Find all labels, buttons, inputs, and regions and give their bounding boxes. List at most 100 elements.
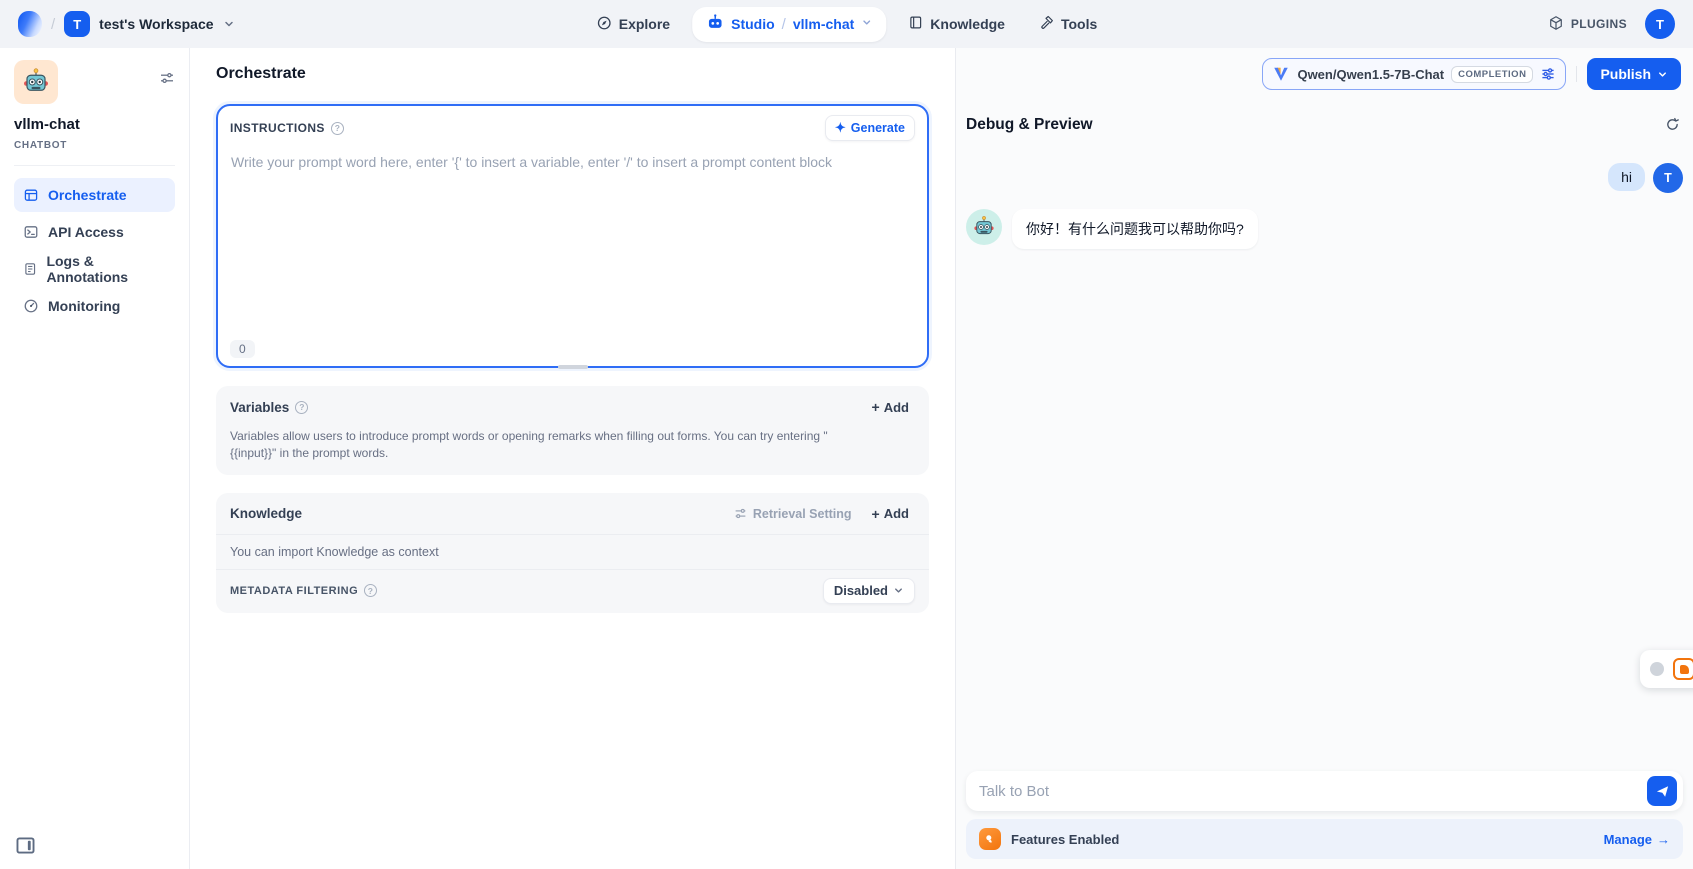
chevron-down-icon (893, 585, 904, 596)
help-icon[interactable]: ? (295, 401, 308, 414)
debug-title: Debug & Preview (966, 116, 1093, 134)
plugins-button[interactable]: PLUGINS (1548, 15, 1627, 34)
send-icon (1655, 784, 1670, 799)
robot-emoji-icon (21, 67, 51, 97)
sidebar-item-orchestrate[interactable]: Orchestrate (14, 178, 175, 212)
slash-divider: / (51, 16, 55, 33)
add-knowledge-button[interactable]: + Add (866, 503, 915, 525)
vllm-logo-icon (1272, 65, 1290, 83)
sparkle-icon: ✦ (835, 120, 846, 136)
retrieval-settings-icon (734, 507, 747, 520)
nav-current-app[interactable]: vllm-chat (793, 16, 854, 32)
nav-label-explore: Explore (619, 16, 670, 32)
nav-label-tools: Tools (1061, 16, 1097, 32)
widget-dot-icon (1650, 662, 1664, 676)
prompt-input[interactable] (218, 145, 927, 332)
help-icon[interactable]: ? (331, 122, 344, 135)
model-mode-badge: COMPLETION (1451, 66, 1533, 83)
sidebar-item-label: Orchestrate (48, 187, 127, 203)
debug-header: Debug & Preview (956, 100, 1693, 141)
page-title: Orchestrate (216, 65, 306, 83)
instructions-title: INSTRUCTIONS (230, 121, 325, 135)
workspace-name[interactable]: test's Workspace (99, 16, 213, 32)
chevron-down-icon[interactable] (223, 18, 235, 30)
nav-item-studio[interactable]: Studio / vllm-chat (692, 7, 886, 42)
app-icon[interactable] (14, 60, 58, 104)
instructions-header: INSTRUCTIONS ? ✦ Generate (218, 106, 927, 145)
terminal-icon (23, 224, 39, 240)
collapse-sidebar-button[interactable] (16, 837, 35, 857)
send-button[interactable] (1647, 776, 1677, 806)
hammer-icon (1039, 15, 1054, 33)
variables-card: Variables ? + Add Variables allow users … (216, 386, 929, 475)
nav-item-knowledge[interactable]: Knowledge (896, 8, 1017, 40)
publish-button[interactable]: Publish (1587, 58, 1681, 90)
add-variable-button[interactable]: + Add (866, 396, 915, 418)
collapse-panel-icon (16, 837, 35, 854)
divider (1576, 66, 1577, 82)
metadata-filtering-label: METADATA FILTERING (230, 585, 358, 597)
top-header: / T test's Workspace Explore Studio / vl… (0, 0, 1693, 48)
sidebar-item-label: Logs & Annotations (46, 253, 166, 285)
user-chat-avatar: T (1653, 163, 1683, 193)
knowledge-title: Knowledge (230, 506, 302, 521)
app-head (14, 60, 175, 104)
sidebar-item-monitoring[interactable]: Monitoring (14, 289, 175, 323)
plus-icon: + (872, 399, 880, 415)
features-icon (979, 828, 1001, 850)
retrieval-setting-label: Retrieval Setting (753, 507, 852, 521)
workspace-avatar[interactable]: T (64, 11, 90, 37)
generate-button[interactable]: ✦ Generate (825, 115, 915, 141)
slash-divider: / (782, 16, 786, 33)
debug-preview-panel: Qwen/Qwen1.5-7B-Chat COMPLETION Publish … (955, 48, 1693, 869)
gauge-icon (23, 298, 39, 314)
chat-input[interactable] (966, 771, 1683, 811)
instructions-footer: 0 (218, 332, 927, 366)
add-label: Add (884, 400, 909, 415)
book-icon (908, 15, 923, 33)
chat-footer: Features Enabled Manage → (956, 771, 1693, 869)
app-settings-sliders-icon[interactable] (159, 70, 175, 91)
model-selector[interactable]: Qwen/Qwen1.5-7B-Chat COMPLETION (1262, 58, 1566, 90)
app-name: vllm-chat (14, 116, 175, 133)
add-label: Add (884, 506, 909, 521)
help-icon[interactable]: ? (364, 584, 377, 597)
chat-input-row (966, 771, 1683, 811)
char-count: 0 (230, 340, 255, 358)
workspace-shell: vllm-chat CHATBOT Orchestrate API Access… (0, 48, 1693, 869)
floating-widget[interactable] (1640, 650, 1693, 688)
sidebar-item-api-access[interactable]: API Access (14, 215, 175, 249)
manage-features-link[interactable]: Manage → (1604, 832, 1670, 847)
orchestrate-icon (23, 187, 39, 203)
model-tune-icon[interactable] (1540, 66, 1556, 82)
knowledge-description: You can import Knowledge as context (216, 535, 929, 570)
features-bar: Features Enabled Manage → (966, 819, 1683, 859)
metadata-filtering-dropdown[interactable]: Disabled (823, 578, 915, 604)
arrow-right-icon: → (1657, 832, 1670, 847)
nav-item-tools[interactable]: Tools (1027, 8, 1109, 40)
header-left: / T test's Workspace (18, 11, 235, 37)
nav-label-knowledge: Knowledge (930, 16, 1005, 32)
sidebar-item-logs-annotations[interactable]: Logs & Annotations (14, 252, 175, 286)
restart-conversation-button[interactable] (1662, 114, 1683, 135)
dify-logo-icon[interactable] (18, 11, 42, 37)
variables-description: Variables allow users to introduce promp… (216, 424, 856, 475)
robot-emoji-icon (972, 215, 996, 239)
resize-handle[interactable] (558, 365, 588, 369)
chevron-down-icon[interactable] (861, 15, 872, 33)
knowledge-header: Knowledge Retrieval Setting + Add (216, 493, 929, 535)
robot-icon (706, 13, 724, 36)
nav-item-explore[interactable]: Explore (584, 8, 682, 41)
orchestrate-config-panel: Orchestrate INSTRUCTIONS ? ✦ Generate 0 (190, 48, 955, 869)
user-message-row: hi T (966, 163, 1683, 193)
bot-chat-avatar (966, 209, 1002, 245)
generate-label: Generate (851, 121, 905, 135)
refresh-icon (1664, 116, 1681, 133)
retrieval-setting-button[interactable]: Retrieval Setting (734, 507, 852, 521)
config-header: Orchestrate (216, 48, 929, 100)
widget-orange-logo-icon (1673, 658, 1693, 680)
user-message-bubble: hi (1608, 163, 1645, 191)
model-name: Qwen/Qwen1.5-7B-Chat (1297, 67, 1444, 82)
user-avatar[interactable]: T (1645, 9, 1675, 39)
knowledge-card: Knowledge Retrieval Setting + Add You ca… (216, 493, 929, 613)
